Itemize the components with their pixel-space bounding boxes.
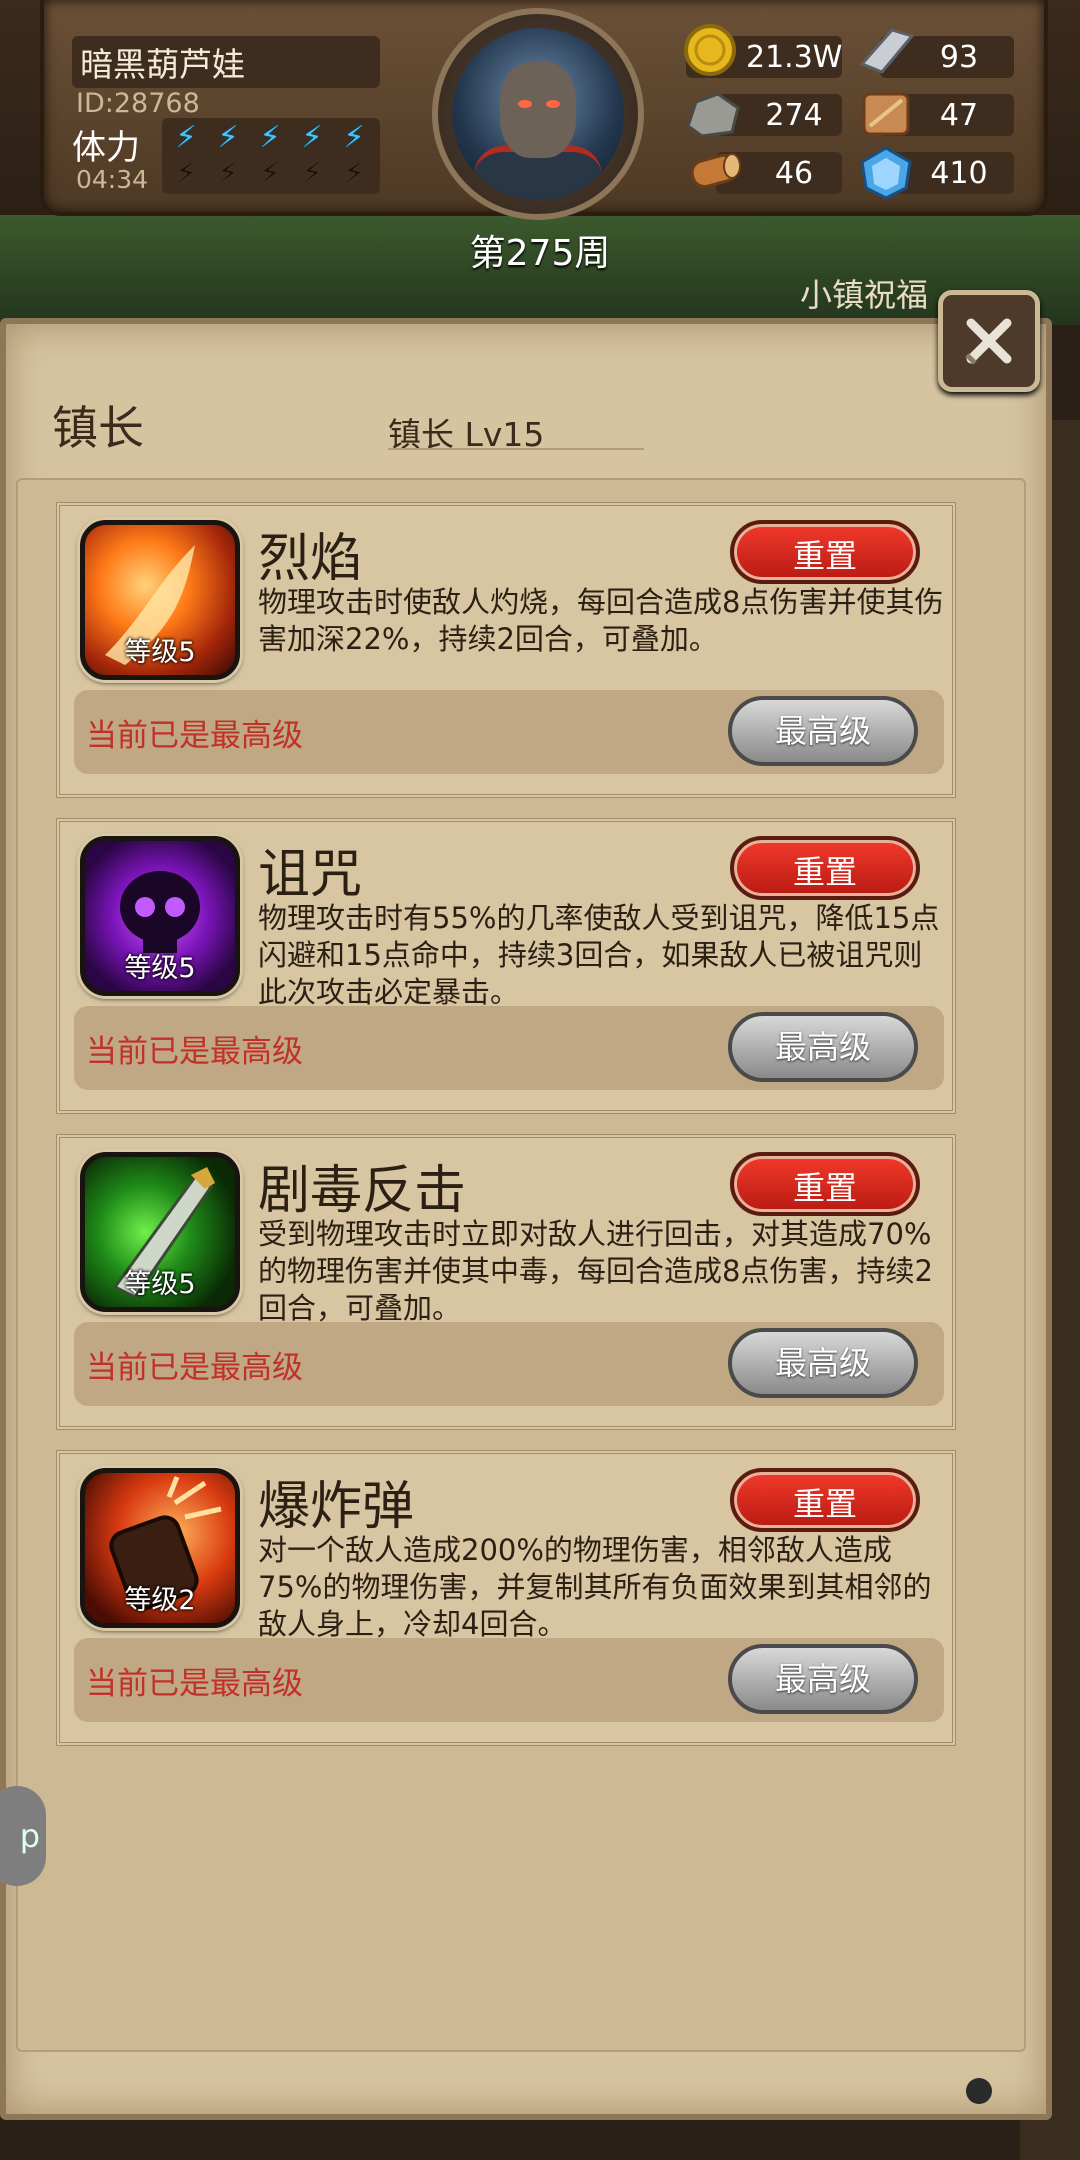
skill-list: 等级5 烈焰 物理攻击时使敌人灼烧，每回合造成8点伤害并使其伤害加深22%，持续… — [16, 478, 1026, 2052]
skill-card-poison: 等级5 剧毒反击 受到物理攻击时立即对敌人进行回击，对其造成70%的物理伤害并使… — [56, 1134, 956, 1430]
panel-title: 镇长 — [52, 401, 144, 455]
stone-icon — [682, 86, 740, 138]
wood-value: 46 — [774, 156, 814, 191]
stone-value: 274 — [765, 98, 823, 133]
close-icon — [965, 318, 1012, 365]
reset-button[interactable]: 重置 — [730, 520, 920, 584]
max-level-status: 当前已是最高级 — [86, 718, 303, 754]
flame-skill-icon[interactable]: 等级5 — [80, 520, 240, 680]
skill-status-row: 当前已是最高级 最高级 — [74, 690, 944, 774]
stamina-bolt-empty-icon: ⚡ — [301, 156, 323, 191]
corner-rivet — [966, 2078, 992, 2104]
stamina-bolt-filled-icon: ⚡ — [217, 120, 239, 155]
skill-status-row: 当前已是最高级 最高级 — [74, 1638, 944, 1722]
crystal-value: 410 — [930, 156, 988, 191]
skill-level-label: 等级5 — [124, 637, 196, 668]
stamina-bolt-empty-icon: ⚡ — [259, 156, 281, 191]
title-underline — [388, 448, 644, 450]
stamina-label: 体力 — [72, 128, 140, 168]
max-level-status: 当前已是最高级 — [86, 1666, 303, 1702]
gold-value: 21.3W — [746, 40, 843, 75]
stamina-timer: 04:34 — [76, 165, 149, 194]
skill-status-row: 当前已是最高级 最高级 — [74, 1006, 944, 1090]
town-blessing-label[interactable]: 小镇祝福 — [800, 270, 928, 316]
skill-description: 物理攻击时有55%的几率使敌人受到诅咒，降低15点闪避和15点命中，持续3回合，… — [258, 901, 940, 1009]
player-id: ID:28768 — [76, 88, 200, 119]
skill-name: 诅咒 — [258, 845, 363, 905]
stamina-bolt-empty-icon: ⚡ — [217, 156, 239, 191]
skill-level-label: 等级2 — [124, 1585, 196, 1616]
max-level-status: 当前已是最高级 — [86, 1034, 303, 1070]
reset-button[interactable]: 重置 — [730, 836, 920, 900]
gold-coin-icon — [682, 22, 738, 76]
stamina-bolt-filled-icon: ⚡ — [301, 120, 323, 155]
skill-card-flame: 等级5 烈焰 物理攻击时使敌人灼烧，每回合造成8点伤害并使其伤害加深22%，持续… — [56, 502, 956, 798]
max-level-button[interactable]: 最高级 — [728, 1328, 918, 1398]
skill-name: 烈焰 — [258, 529, 363, 589]
skill-description: 对一个敌人造成200%的物理伤害，相邻敌人造成75%的物理伤害，并复制其所有负面… — [258, 1533, 932, 1641]
stamina-bolt-filled-icon: ⚡ — [259, 120, 281, 155]
curse-skull-icon[interactable]: 等级5 — [80, 836, 240, 996]
max-level-status: 当前已是最高级 — [86, 1350, 303, 1386]
explosive-bomb-icon[interactable]: 等级2 — [80, 1468, 240, 1628]
skill-status-row: 当前已是最高级 最高级 — [74, 1322, 944, 1406]
stamina-bolt-empty-icon: ⚡ — [343, 156, 365, 191]
floating-app-bubble[interactable]: p — [0, 1786, 46, 1886]
max-level-button[interactable]: 最高级 — [728, 696, 918, 766]
close-button[interactable] — [938, 290, 1040, 392]
skill-description: 物理攻击时使敌人灼烧，每回合造成8点伤害并使其伤害加深22%，持续2回合，可叠加… — [258, 585, 944, 656]
max-level-button[interactable]: 最高级 — [728, 1644, 918, 1714]
stamina-bolt-empty-icon: ⚡ — [175, 156, 197, 191]
skill-card-curse: 等级5 诅咒 物理攻击时有55%的几率使敌人受到诅咒，降低15点闪避和15点命中… — [56, 818, 956, 1114]
stamina-bar[interactable]: ⚡ ⚡ ⚡ ⚡ ⚡ ⚡ ⚡ ⚡ ⚡ ⚡ — [162, 118, 380, 194]
avatar[interactable] — [452, 28, 624, 200]
poison-blade-icon[interactable]: 等级5 — [80, 1152, 240, 1312]
wood-log-icon — [682, 144, 741, 196]
max-level-button[interactable]: 最高级 — [728, 1012, 918, 1082]
skill-description: 受到物理攻击时立即对敌人进行回击，对其造成70%的物理伤害并使其中毒，每回合造成… — [258, 1217, 933, 1325]
reset-button[interactable]: 重置 — [730, 1152, 920, 1216]
skill-card-bomb: 等级2 爆炸弹 对一个敌人造成200%的物理伤害，相邻敌人造成75%的物理伤害，… — [56, 1450, 956, 1746]
week-counter: 第275周 — [469, 233, 611, 274]
stamina-bolt-filled-icon: ⚡ — [175, 120, 197, 155]
skill-level-label: 等级5 — [124, 1269, 196, 1300]
leather-value: 47 — [939, 98, 979, 133]
reset-button[interactable]: 重置 — [730, 1468, 920, 1532]
iron-value: 93 — [939, 40, 979, 75]
stamina-bolt-filled-icon: ⚡ — [343, 120, 365, 155]
player-name: 暗黑葫芦娃 — [80, 45, 245, 84]
skill-name: 剧毒反击 — [258, 1161, 467, 1221]
skill-level-label: 等级5 — [124, 953, 196, 984]
skill-name: 爆炸弹 — [258, 1477, 415, 1537]
